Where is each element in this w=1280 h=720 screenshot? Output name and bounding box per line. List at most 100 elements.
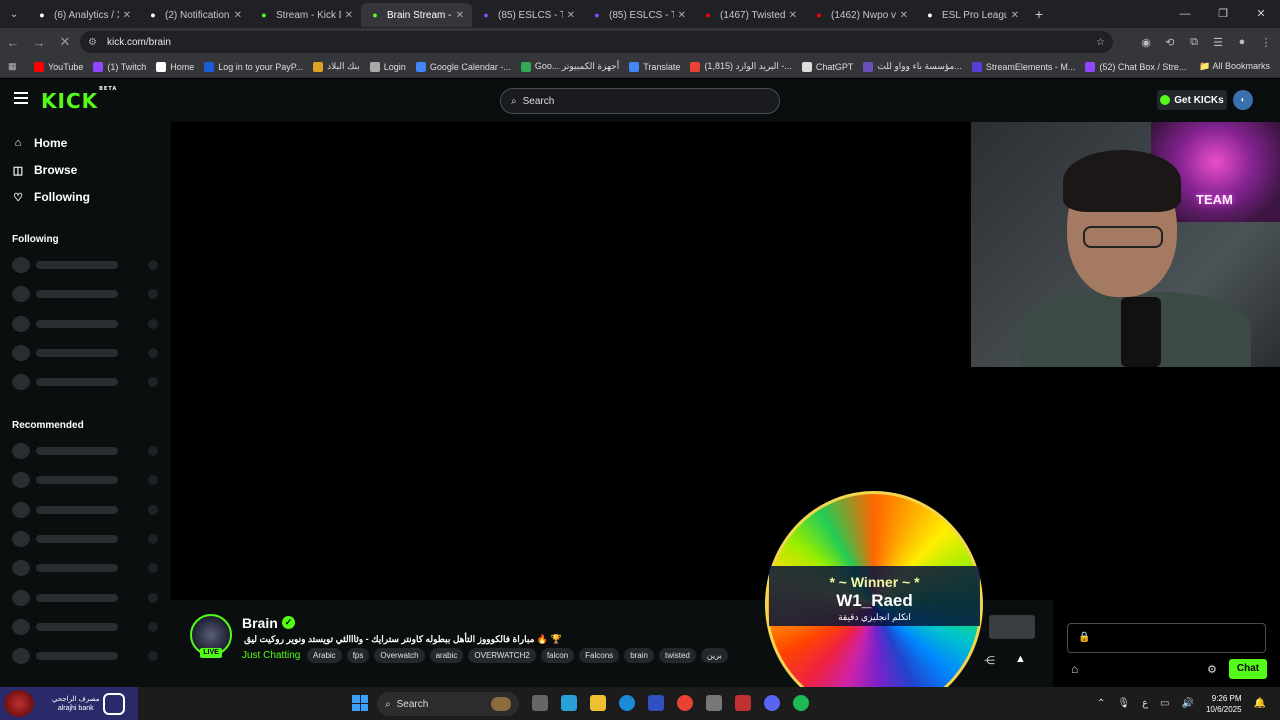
stream-tag[interactable]: fps: [346, 648, 370, 663]
tab-close-icon[interactable]: ✕: [900, 10, 908, 21]
bookmark-item[interactable]: YouTube: [34, 61, 83, 72]
bookmark-item[interactable]: Login: [369, 61, 406, 72]
browser-tab[interactable]: ● Stream - Kick Das ✕: [250, 3, 361, 27]
user-avatar[interactable]: ◐: [1233, 90, 1253, 110]
network-icon[interactable]: ▭: [1160, 698, 1169, 709]
stream-tag[interactable]: Falcons: [579, 648, 620, 663]
notification-icon[interactable]: 🔔: [1254, 698, 1266, 709]
mic-icon[interactable]: 🎙: [1117, 698, 1130, 709]
volume-icon[interactable]: 🔊: [1182, 698, 1194, 709]
profile-icon[interactable]: ●: [1234, 36, 1250, 48]
browser-tab[interactable]: ● (1467) Twisted M ✕: [694, 3, 805, 27]
stream-tag[interactable]: برين: [700, 648, 728, 663]
channel-name[interactable]: Brain: [242, 615, 278, 631]
esl-logo-icon: ●: [927, 10, 933, 20]
app-icon[interactable]: [706, 695, 722, 711]
spotify-icon[interactable]: [793, 695, 809, 711]
minimize-icon[interactable]: —: [1166, 0, 1204, 28]
bookmark-item[interactable]: Google Calendar -...: [415, 61, 511, 72]
bookmark-star-icon[interactable]: ☆: [1096, 37, 1105, 48]
kick-logo[interactable]: KICKBETA: [41, 86, 116, 113]
tab-close-icon[interactable]: ✕: [678, 10, 686, 21]
nav-following[interactable]: ♡ Following: [12, 190, 90, 204]
apps-grid-icon[interactable]: ▦: [8, 61, 20, 72]
nav-home[interactable]: ⌂ Home: [12, 136, 68, 150]
chrome-icon[interactable]: [677, 695, 693, 711]
clock[interactable]: 9:26 PM 10/6/2025: [1206, 693, 1242, 715]
close-window-icon[interactable]: ✕: [1242, 0, 1280, 28]
discord-icon[interactable]: [764, 695, 780, 711]
stream-tag[interactable]: OVERWATCH2: [468, 648, 536, 663]
bookmark-item[interactable]: (1) Twitch: [93, 61, 146, 72]
browser-tab[interactable]: ● (1462) Nwpo vs th ✕: [805, 3, 916, 27]
browser-tab[interactable]: ● (85) ESLCS - T ✕: [472, 3, 583, 27]
extension-icon[interactable]: ◉: [1138, 36, 1154, 49]
stream-category[interactable]: Just Chatting: [242, 650, 300, 661]
media-icon[interactable]: ☰: [1210, 36, 1226, 49]
store-app-icon[interactable]: [648, 695, 664, 711]
sync-icon[interactable]: ⟲: [1162, 36, 1178, 49]
url-field[interactable]: ⚙ kick.com/brain ☆: [80, 31, 1113, 53]
task-view-icon[interactable]: [532, 695, 548, 711]
copilot-icon[interactable]: [561, 695, 577, 711]
tab-close-icon[interactable]: ✕: [123, 10, 131, 21]
forward-icon[interactable]: →: [26, 35, 52, 50]
restore-icon[interactable]: ❐: [1204, 0, 1242, 28]
stream-tag[interactable]: arabic: [429, 648, 464, 663]
bookmark-item[interactable]: بنك البلاد: [313, 61, 360, 72]
bookmark-item[interactable]: (52) Chat Box / Stre...: [1085, 61, 1186, 72]
share-icon[interactable]: ⋲: [984, 654, 995, 667]
chat-settings-icon[interactable]: ⚙: [1207, 663, 1217, 676]
bookmark-item[interactable]: Goo... أجهزة الكمبيوتر: [520, 61, 619, 72]
new-tab-button[interactable]: +: [1027, 6, 1051, 22]
browser-tab[interactable]: ● (85) ESLCS - Twitc ✕: [583, 3, 694, 27]
menu-dots-icon[interactable]: ⋮: [1258, 36, 1274, 49]
stream-tag[interactable]: twisted: [658, 648, 696, 663]
bookmark-item[interactable]: مؤسسة باء وواو للت...: [863, 61, 962, 72]
tab-close-icon[interactable]: ✕: [234, 10, 242, 21]
chat-send-button[interactable]: Chat: [1229, 659, 1267, 679]
bookmark-item[interactable]: Translate: [629, 61, 680, 72]
tab-close-icon[interactable]: ✕: [1011, 10, 1019, 21]
back-icon[interactable]: ←: [0, 35, 26, 50]
chat-input[interactable]: 🔒: [1067, 623, 1266, 653]
edge-icon[interactable]: [619, 695, 635, 711]
app-icon[interactable]: [735, 695, 751, 711]
stop-icon[interactable]: ✕: [52, 34, 78, 50]
browser-tab[interactable]: ● Brain Stream - W ✕: [361, 3, 472, 27]
nav-browse[interactable]: ◫ Browse: [12, 163, 78, 177]
search-input[interactable]: ⌕ Search: [500, 88, 780, 114]
bookmark-item[interactable]: Log in to your PayP...: [204, 61, 303, 72]
stream-tag[interactable]: Arabic: [307, 648, 342, 663]
tab-close-icon[interactable]: ✕: [345, 10, 353, 21]
browser-tab[interactable]: ● (2) Notifications / ✕: [139, 3, 250, 27]
language-indicator[interactable]: ع: [1142, 698, 1148, 709]
tab-close-icon[interactable]: ✕: [789, 10, 797, 21]
taskbar-search[interactable]: ⌕ Search: [377, 692, 519, 716]
windows-start-icon[interactable]: [352, 695, 368, 711]
extensions-puzzle-icon[interactable]: ⧉: [1186, 36, 1202, 49]
all-bookmarks[interactable]: 📁 All Bookmarks: [1199, 61, 1270, 72]
bookmark-item[interactable]: (1,815) البريد الوارد -...: [690, 61, 792, 72]
browser-tab[interactable]: ● ESL Pro League Se ✕: [916, 3, 1027, 27]
bookmark-item[interactable]: StreamElements - M...: [971, 61, 1075, 72]
hamburger-menu-icon[interactable]: [14, 92, 28, 104]
stream-tag[interactable]: Overwatch: [374, 648, 425, 663]
bank-widget[interactable]: مصرف الراجحي alrajhi bank: [0, 687, 138, 720]
store-icon[interactable]: ⌂: [1071, 662, 1078, 676]
tray-overflow-icon[interactable]: ⌃: [1097, 698, 1105, 709]
tab-close-icon[interactable]: ✕: [567, 10, 575, 21]
bookmark-item[interactable]: ChatGPT: [801, 61, 853, 72]
tab-search-icon[interactable]: ⌄: [0, 0, 28, 28]
stream-tag[interactable]: brain: [624, 648, 654, 663]
tab-close-icon[interactable]: ✕: [456, 10, 464, 21]
file-explorer-icon[interactable]: [590, 695, 606, 711]
stream-tag[interactable]: falcon: [540, 648, 575, 663]
site-info-icon[interactable]: ⚙: [88, 37, 97, 48]
browser-tab[interactable]: ● (6) Analytics / X ✕: [28, 3, 139, 27]
get-kicks-button[interactable]: Get KICKs: [1157, 90, 1227, 110]
report-icon[interactable]: ▲: [1015, 653, 1026, 665]
bookmark-item[interactable]: Home: [156, 61, 194, 72]
follow-button[interactable]: [989, 615, 1035, 639]
tab-title: (85) ESLCS - T: [498, 9, 563, 21]
